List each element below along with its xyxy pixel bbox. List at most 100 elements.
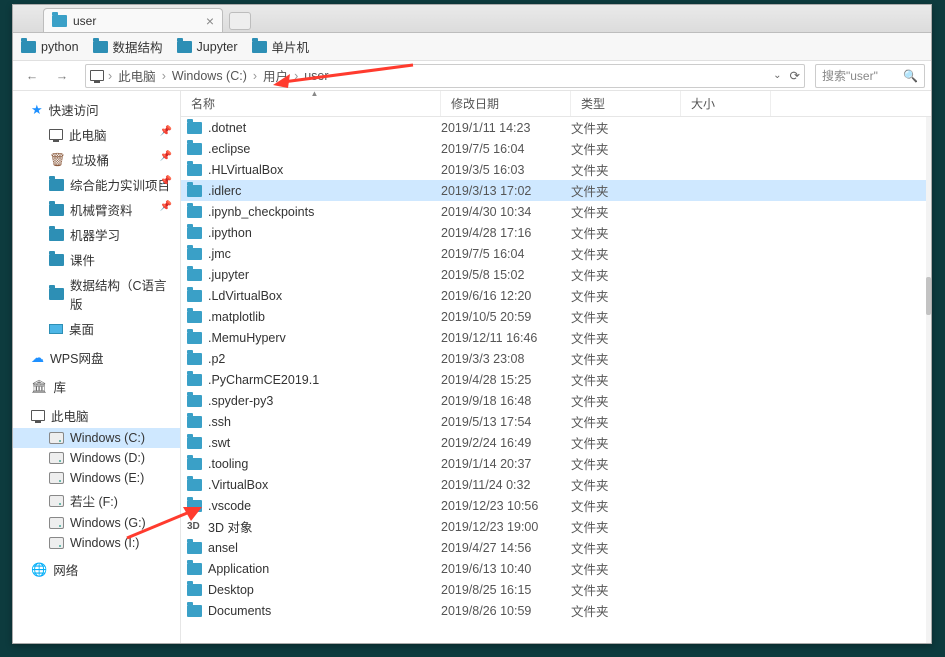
folder-icon xyxy=(187,605,202,617)
folder-icon xyxy=(187,584,202,596)
tab-user[interactable]: user × xyxy=(43,8,223,32)
file-type: 文件夹 xyxy=(571,454,681,473)
col-name[interactable]: ▲名称 xyxy=(181,91,441,116)
file-rows[interactable]: .config2019/10/5 20:59文件夹.dotnet2019/1/1… xyxy=(181,117,931,643)
file-row[interactable]: .idlerc2019/3/13 17:02文件夹 xyxy=(181,180,931,201)
file-type: 文件夹 xyxy=(571,496,681,515)
back-button[interactable]: ← xyxy=(19,65,45,87)
file-row[interactable]: Desktop2019/8/25 16:15文件夹 xyxy=(181,579,931,600)
sidebar-library[interactable]: 🏛库 xyxy=(13,374,180,399)
sidebar-item-project[interactable]: 综合能力实训项目📌 xyxy=(13,172,180,197)
folder-icon xyxy=(252,41,267,53)
refresh-icon[interactable]: ⟳ xyxy=(790,68,800,83)
file-row[interactable]: .ipython2019/4/28 17:16文件夹 xyxy=(181,222,931,243)
file-row[interactable]: .ipynb_checkpoints2019/4/30 10:34文件夹 xyxy=(181,201,931,222)
chevron-right-icon: › xyxy=(108,69,112,83)
file-row[interactable]: .PyCharmCE2019.12019/4/28 15:25文件夹 xyxy=(181,369,931,390)
file-row[interactable]: .eclipse2019/7/5 16:04文件夹 xyxy=(181,138,931,159)
file-row[interactable]: .p22019/3/3 23:08文件夹 xyxy=(181,348,931,369)
file-row[interactable]: .MemuHyperv2019/12/11 16:46文件夹 xyxy=(181,327,931,348)
sidebar-item-course[interactable]: 课件 xyxy=(13,247,180,272)
file-row[interactable]: .matplotlib2019/10/5 20:59文件夹 xyxy=(181,306,931,327)
pc-icon xyxy=(31,410,45,421)
bookmark-jupyter[interactable]: Jupyter xyxy=(177,40,238,54)
crumb-user[interactable]: user xyxy=(302,69,330,83)
new-tab-button[interactable] xyxy=(229,12,251,30)
file-type: 文件夹 xyxy=(571,433,681,452)
col-date[interactable]: 修改日期 xyxy=(441,91,571,116)
col-type[interactable]: 类型 xyxy=(571,91,681,116)
folder-icon xyxy=(49,229,64,241)
file-row[interactable]: Application2019/6/13 10:40文件夹 xyxy=(181,558,931,579)
sidebar-item-thispc[interactable]: 此电脑📌 xyxy=(13,122,180,147)
sidebar-drive-g[interactable]: Windows (G:) xyxy=(13,513,180,533)
sidebar-item-ml[interactable]: 机器学习 xyxy=(13,222,180,247)
folder-icon xyxy=(187,458,202,470)
folder-icon xyxy=(93,41,108,53)
file-name: .ipython xyxy=(208,226,252,240)
file-date: 2019/1/11 14:23 xyxy=(441,121,571,135)
chevron-down-icon[interactable]: ⌄ xyxy=(773,70,781,81)
bookmark-python[interactable]: python xyxy=(21,40,79,54)
file-row[interactable]: .swt2019/2/24 16:49文件夹 xyxy=(181,432,931,453)
sidebar-wps[interactable]: ☁WPS网盘 xyxy=(13,345,180,370)
col-size[interactable]: 大小 xyxy=(681,91,771,116)
file-type: 文件夹 xyxy=(571,538,681,557)
search-icon[interactable]: 🔍 xyxy=(903,69,918,83)
search-box[interactable]: 搜索"user" 🔍 xyxy=(815,64,925,88)
folder-icon xyxy=(187,332,202,344)
file-date: 2019/2/24 16:49 xyxy=(441,436,571,450)
crumb-users[interactable]: 用户 xyxy=(261,66,290,85)
folder-icon xyxy=(187,185,202,197)
sidebar-drive-d[interactable]: Windows (D:) xyxy=(13,448,180,468)
address-bar[interactable]: › 此电脑 › Windows (C:) › 用户 › user ⌄ ⟳ xyxy=(85,64,805,88)
file-row[interactable]: .ssh2019/5/13 17:54文件夹 xyxy=(181,411,931,432)
file-type: 文件夹 xyxy=(571,286,681,305)
file-row[interactable]: 3D3D 对象2019/12/23 19:00文件夹 xyxy=(181,516,931,537)
file-name: .MemuHyperv xyxy=(208,331,286,345)
folder-icon xyxy=(187,164,202,176)
file-date: 2019/10/5 20:59 xyxy=(441,310,571,324)
sidebar-quick-access[interactable]: ★快速访问 xyxy=(13,97,180,122)
file-row[interactable]: .HLVirtualBox2019/3/5 16:03文件夹 xyxy=(181,159,931,180)
file-row[interactable]: .dotnet2019/1/11 14:23文件夹 xyxy=(181,117,931,138)
folder-icon xyxy=(187,395,202,407)
scrollbar[interactable] xyxy=(926,117,931,643)
sidebar-network[interactable]: 🌐网络 xyxy=(13,557,180,582)
sidebar-drive-c[interactable]: Windows (C:) xyxy=(13,428,180,448)
file-row[interactable]: Documents2019/8/26 10:59文件夹 xyxy=(181,600,931,621)
file-row[interactable]: .LdVirtualBox2019/6/16 12:20文件夹 xyxy=(181,285,931,306)
forward-button[interactable]: → xyxy=(49,65,75,87)
sidebar-item-ds[interactable]: 数据结构（C语言版 xyxy=(13,272,180,316)
sidebar-drive-f[interactable]: 若尘 (F:) xyxy=(13,488,180,513)
file-row[interactable]: ansel2019/4/27 14:56文件夹 xyxy=(181,537,931,558)
folder-icon xyxy=(187,143,202,155)
file-date: 2019/9/18 16:48 xyxy=(441,394,571,408)
folder-icon xyxy=(177,41,192,53)
crumb-drive[interactable]: Windows (C:) xyxy=(170,69,249,83)
sidebar-drive-i[interactable]: Windows (I:) xyxy=(13,533,180,553)
file-date: 2019/12/23 10:56 xyxy=(441,499,571,513)
file-name: .idlerc xyxy=(208,184,241,198)
file-row[interactable]: .jupyter2019/5/8 15:02文件夹 xyxy=(181,264,931,285)
file-row[interactable]: .spyder-py32019/9/18 16:48文件夹 xyxy=(181,390,931,411)
bookmark-mcu[interactable]: 单片机 xyxy=(252,37,310,56)
pin-icon: 📌 xyxy=(160,176,172,187)
sidebar-thispc-head[interactable]: 此电脑 xyxy=(13,403,180,428)
folder-icon xyxy=(187,374,202,386)
folder-icon xyxy=(187,437,202,449)
sidebar-item-robot[interactable]: 机械臂资料📌 xyxy=(13,197,180,222)
file-row[interactable]: .vscode2019/12/23 10:56文件夹 xyxy=(181,495,931,516)
folder-icon xyxy=(21,41,36,53)
tab-close-icon[interactable]: × xyxy=(206,14,214,28)
file-row[interactable]: .tooling2019/1/14 20:37文件夹 xyxy=(181,453,931,474)
sidebar-drive-e[interactable]: Windows (E:) xyxy=(13,468,180,488)
file-row[interactable]: .VirtualBox2019/11/24 0:32文件夹 xyxy=(181,474,931,495)
file-type: 文件夹 xyxy=(571,202,681,221)
file-row[interactable]: .jmc2019/7/5 16:04文件夹 xyxy=(181,243,931,264)
bookmark-data-structure[interactable]: 数据结构 xyxy=(93,37,163,56)
sidebar-item-trash[interactable]: 🗑垃圾桶📌 xyxy=(13,147,180,172)
sidebar-item-desktop[interactable]: 桌面 xyxy=(13,316,180,341)
file-name: Documents xyxy=(208,604,271,618)
crumb-thispc[interactable]: 此电脑 xyxy=(116,66,158,85)
